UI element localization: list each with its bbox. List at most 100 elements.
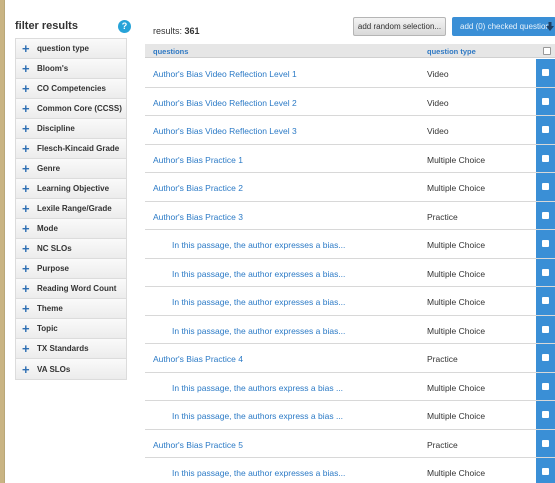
question-type: Multiple Choice (427, 297, 486, 307)
question-link[interactable]: In this passage, the authors express a b… (172, 411, 343, 421)
question-link[interactable]: Author's Bias Practice 2 (153, 183, 243, 193)
row-select-cell[interactable] (536, 401, 555, 429)
question-link[interactable]: In this passage, the authors express a b… (172, 383, 343, 393)
filter-item[interactable]: + Genre (16, 159, 126, 179)
question-type: Multiple Choice (427, 268, 486, 279)
filter-item[interactable]: + CO Competencies (16, 79, 126, 99)
results-count-text: results: 361 (153, 26, 200, 36)
row-select-cell[interactable] (536, 258, 555, 286)
question-link[interactable]: Author's Bias Video Reflection Level 1 (153, 69, 297, 79)
row-checkbox[interactable] (542, 411, 549, 418)
filter-item[interactable]: + Learning Objective (16, 179, 126, 199)
row-select-cell[interactable] (536, 429, 555, 457)
table-row: Author's Bias Video Reflection Level 1 Vi… (145, 59, 555, 88)
row-select-cell[interactable] (536, 315, 555, 343)
question-link[interactable]: Author's Bias Video Reflection Level 3 (153, 126, 297, 136)
row-select-cell[interactable] (536, 287, 555, 315)
filter-item-label: Purpose (37, 264, 70, 273)
row-checkbox[interactable] (542, 154, 549, 162)
row-select-cell[interactable] (536, 144, 555, 172)
row-checkbox[interactable] (542, 439, 549, 447)
row-checkbox[interactable] (542, 268, 549, 276)
row-checkbox[interactable] (542, 183, 549, 190)
column-header-questions[interactable]: questions (153, 47, 188, 56)
row-checkbox[interactable] (542, 382, 549, 390)
row-select-cell[interactable] (536, 201, 555, 229)
add-random-selection-button[interactable]: add random selection... (353, 17, 446, 36)
row-checkbox[interactable] (542, 325, 549, 333)
question-link[interactable]: In this passage, the author expresses a … (172, 269, 345, 279)
row-select-cell[interactable] (536, 173, 555, 201)
filter-item[interactable]: + Bloom's (16, 59, 126, 79)
row-checkbox[interactable] (542, 97, 549, 105)
select-all-checkbox[interactable] (543, 47, 551, 55)
filter-item[interactable]: + Discipline (16, 119, 126, 139)
row-select-cell[interactable] (536, 59, 555, 87)
add-checked-questions-button[interactable]: add (0) checked question (452, 17, 555, 36)
table-row: Author's Bias Video Reflection Level 2 Vi… (145, 87, 555, 116)
question-link[interactable]: In this passage, the author expresses a … (172, 240, 345, 250)
plus-icon: + (22, 301, 30, 316)
filter-item[interactable]: + Purpose (16, 259, 126, 279)
row-select-cell[interactable] (536, 372, 555, 400)
row-checkbox[interactable] (542, 211, 549, 219)
row-select-cell[interactable] (536, 87, 555, 115)
results-panel: results: 361 add random selection... add… (145, 0, 555, 483)
filter-item[interactable]: + Common Core (CCSS) (16, 99, 126, 119)
question-link[interactable]: In this passage, the author expresses a … (172, 468, 345, 478)
plus-icon: + (22, 181, 30, 196)
question-link[interactable]: Author's Bias Practice 4 (153, 354, 243, 364)
question-type: Multiple Choice (427, 382, 486, 393)
row-checkbox[interactable] (542, 468, 549, 475)
plus-icon: + (22, 81, 30, 96)
question-link[interactable]: Author's Bias Practice 5 (153, 440, 243, 450)
row-checkbox[interactable] (542, 126, 549, 133)
row-select-cell[interactable] (536, 344, 555, 372)
results-label: results: (153, 26, 183, 36)
add-checked-label: add (0) checked question (460, 22, 550, 31)
table-row: Author's Bias Practice 1 Multiple Choice (145, 144, 555, 173)
filter-item-label: TX Standards (37, 344, 89, 353)
row-select-cell[interactable] (536, 458, 555, 483)
question-link[interactable]: Author's Bias Practice 3 (153, 212, 243, 222)
question-link[interactable]: In this passage, the author expresses a … (172, 297, 345, 307)
row-checkbox[interactable] (542, 69, 549, 76)
filter-item[interactable]: + Reading Word Count (16, 279, 126, 299)
filter-item[interactable]: + Topic (16, 319, 126, 339)
filter-item[interactable]: + NC SLOs (16, 239, 126, 259)
column-header-question-type[interactable]: question type (427, 47, 476, 56)
row-select-cell[interactable] (536, 230, 555, 258)
plus-icon: + (22, 361, 30, 377)
filter-item[interactable]: + VA SLOs (16, 359, 126, 379)
plus-icon: + (22, 221, 30, 236)
question-link[interactable]: Author's Bias Video Reflection Level 2 (153, 98, 297, 108)
question-type: Multiple Choice (427, 468, 486, 478)
filter-item[interactable]: + Mode (16, 219, 126, 239)
filter-list: + question type + Bloom's + CO Competencies + C… (15, 38, 127, 380)
filter-item[interactable]: + Lexile Range/Grade (16, 199, 126, 219)
question-link[interactable]: Author's Bias Practice 1 (153, 155, 243, 165)
help-icon[interactable]: ? (118, 19, 131, 33)
filter-item[interactable]: + Flesch-Kincaid Grade (16, 139, 126, 159)
question-type: Multiple Choice (427, 154, 486, 165)
row-checkbox[interactable] (542, 354, 549, 361)
question-type: Video (427, 69, 449, 79)
question-type: Practice (427, 211, 458, 222)
filter-item-label: Discipline (37, 124, 75, 133)
row-checkbox[interactable] (542, 297, 549, 304)
question-link[interactable]: In this passage, the author expresses a … (172, 326, 345, 336)
filter-item[interactable]: + TX Standards (16, 339, 126, 359)
filter-item-label: Genre (37, 164, 61, 173)
filter-item[interactable]: + question type (16, 39, 126, 59)
row-checkbox[interactable] (542, 240, 549, 247)
plus-icon: + (22, 61, 30, 76)
table-row: In this passage, the authors express a b… (145, 372, 555, 401)
plus-icon: + (22, 261, 30, 276)
question-list: Author's Bias Video Reflection Level 1 Vi… (145, 59, 555, 483)
question-type: Video (427, 126, 449, 136)
download-arrow-icon (546, 22, 554, 31)
filter-item-label: VA SLOs (37, 364, 71, 374)
results-count: 361 (184, 26, 200, 36)
filter-item[interactable]: + Theme (16, 299, 126, 319)
row-select-cell[interactable] (536, 116, 555, 144)
